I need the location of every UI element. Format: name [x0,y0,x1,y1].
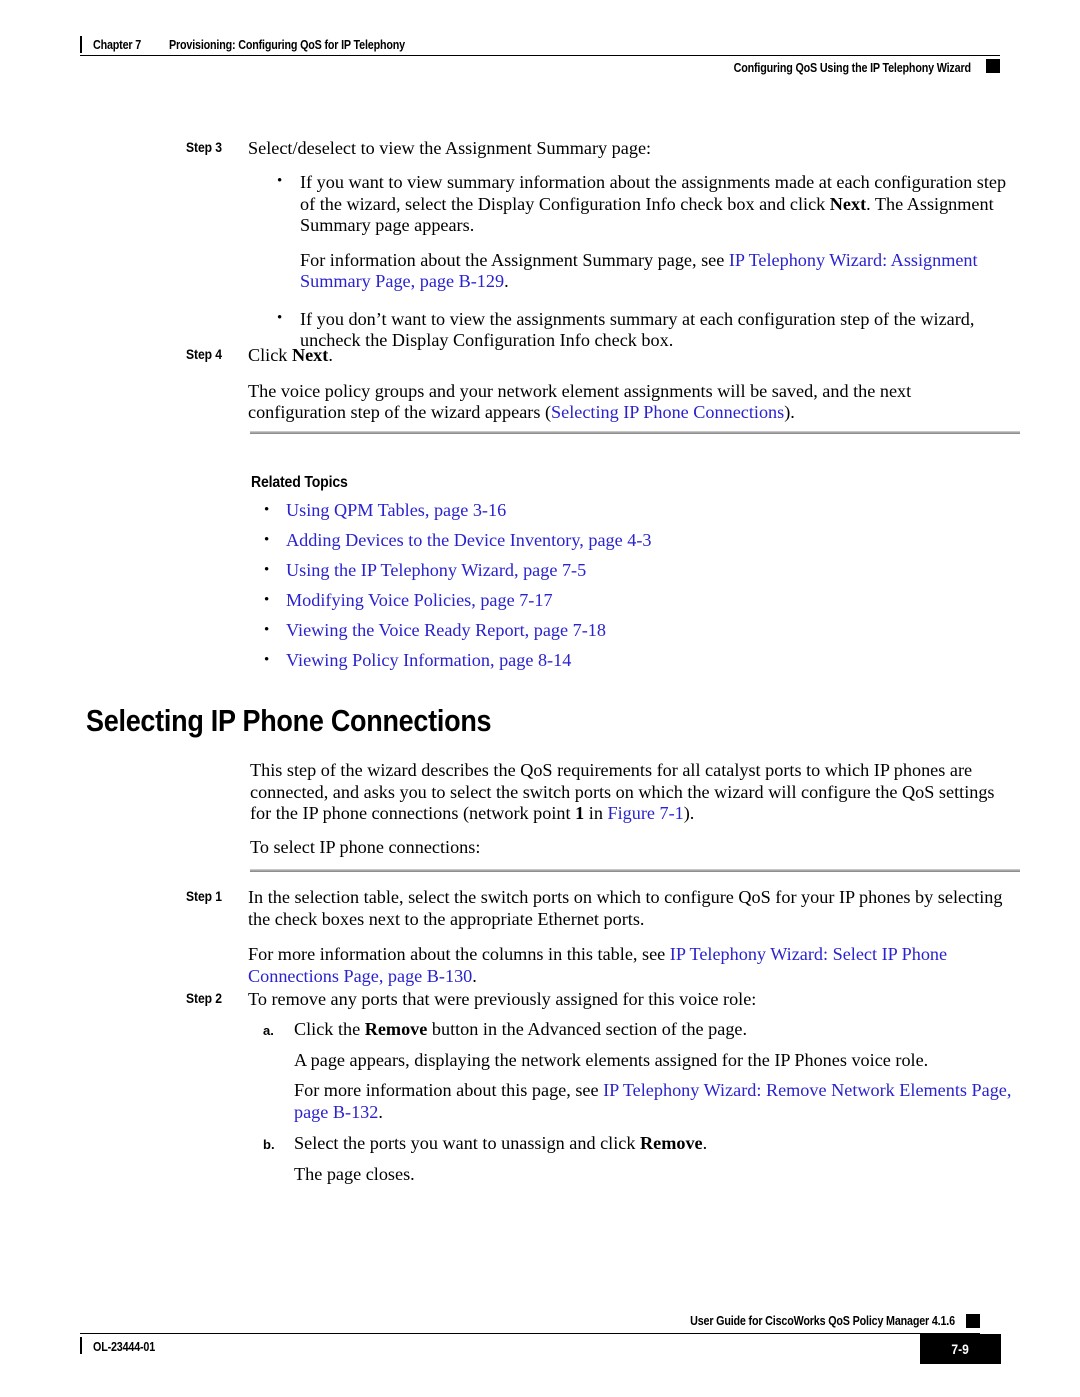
step-1-label: Step 1 [186,889,222,904]
related-link-3[interactable]: Modifying Voice Policies, page 7-17 [286,590,553,610]
list-item: Using the IP Telephony Wizard, page 7-5 [250,555,1020,585]
page-number-box: 7-9 [920,1334,1001,1364]
step-1-p2-text-b: . [472,965,477,986]
step-2-body: To remove any ports that were previously… [248,989,1010,1011]
footer-rule [80,1333,980,1334]
section-divider-rule-top [250,431,1020,434]
footer-square-marker [966,1314,980,1328]
related-link-1[interactable]: Adding Devices to the Device Inventory, … [286,530,651,550]
step-4-click-text-b: . [328,345,333,365]
related-link-2[interactable]: Using the IP Telephony Wizard, page 7-5 [286,560,586,580]
substep-a-p3-text-b: . [378,1101,383,1122]
list-item: Modifying Voice Policies, page 7-17 [250,585,1020,615]
step-4-click-line: Click Next. [248,345,1010,367]
step-1-paragraph-1: In the selection table, select the switc… [248,887,1003,929]
step-3-intro: Select/deselect to view the Assignment S… [248,138,652,158]
substep-a-paragraph-2: A page appears, displaying the network e… [294,1049,929,1070]
step-4-label: Step 4 [186,347,222,362]
page-header: Chapter 7 Provisioning: Configuring QoS f… [80,33,1000,79]
footer-doc-id: OL-23444-01 [93,1338,165,1356]
bullet-1-sub-text-b: . [504,271,509,291]
section-intro-block: This step of the wizard describes the Qo… [250,760,1020,858]
substep-b-text-2: . [702,1133,708,1153]
step-3-body: Select/deselect to view the Assignment S… [248,138,1010,160]
step-3-bullet-1: If you want to view summary information … [300,172,1020,237]
substep-a-p3-text-a: For more information about this page, se… [294,1080,604,1100]
related-link-4[interactable]: Viewing the Voice Ready Report, page 7-1… [286,620,606,640]
step-2-label: Step 2 [186,991,222,1006]
substep-b-paragraph-2: The page closes. [294,1163,415,1184]
step-1-p2-text-a: For more information about the columns i… [248,944,670,964]
substep-a-paragraph-3: For more information about this page, se… [294,1080,1020,1123]
substep-b-marker: b. [263,1137,275,1152]
link-figure-7-1[interactable]: Figure 7-1 [607,803,683,823]
step-4-result-text-b: ). [784,402,795,422]
section-intro-text-c: ). [683,803,695,823]
step-3-bullets: If you want to view summary information … [264,171,1020,352]
header-section-line: Configuring QoS Using the IP Telephony W… [695,59,971,77]
substep-a-line-1: Click the Remove button in the Advanced … [294,1019,1020,1041]
list-item: If you want to view summary information … [264,171,1020,293]
footer-guide-line: User Guide for CiscoWorks QoS Policy Man… [647,1312,955,1330]
section-intro-paragraph: This step of the wizard describes the Qo… [250,760,1020,825]
step-4-body: Click Next. The voice policy groups and … [248,345,1010,424]
header-chapter-title: Provisioning: Configuring QoS for IP Tel… [168,38,405,52]
step-4-block: Step 4 Click Next. The voice policy grou… [186,345,1024,424]
bullet-1-bold-next: Next [829,193,867,214]
list-item: Using QPM Tables, page 3-16 [250,495,1020,525]
footer-doc-id-text: OL-23444-01 [93,1340,156,1354]
step-4-result: The voice policy groups and your network… [248,381,1010,424]
header-rule [80,55,1000,56]
section-intro-text-b: in [584,803,608,823]
header-section-title: Configuring QoS Using the IP Telephony W… [733,61,971,75]
step-2-intro: To remove any ports that were previously… [248,989,757,1009]
substep-a-text-1: Click the [294,1019,365,1039]
section-intro-bold-number: 1 [575,803,585,823]
list-item: Adding Devices to the Device Inventory, … [250,525,1020,555]
footer-guide-title: User Guide for CiscoWorks QoS Policy Man… [690,1314,955,1328]
step-4-click-text-a: Click [248,345,292,365]
section-divider-rule-bottom [250,869,1020,872]
list-item: a. Click the Remove button in the Advanc… [250,1019,1020,1123]
page-footer: User Guide for CiscoWorks QoS Policy Man… [80,1312,1001,1372]
step-3-block: Step 3 Select/deselect to view the Assig… [186,138,1024,160]
list-item: Viewing the Voice Ready Report, page 7-1… [250,615,1020,645]
header-chapter-line: Chapter 7 Provisioning: Configuring QoS f… [93,36,443,54]
header-square-marker [986,59,1000,73]
page-number: 7-9 [951,1341,970,1357]
list-item: Viewing Policy Information, page 8-14 [250,645,1020,675]
related-link-0[interactable]: Using QPM Tables, page 3-16 [286,500,506,520]
step-3-label: Step 3 [186,140,222,155]
list-item: b. Select the ports you want to unassign… [250,1133,1020,1185]
page-title: Selecting IP Phone Connections [86,703,492,738]
step-1-block: Step 1 In the selection table, select th… [186,887,1024,987]
substep-a-text-2: button in the Advanced section of the pa… [427,1019,748,1039]
step-1-paragraph-2: For more information about the columns i… [248,944,1010,987]
step-4-bold-next: Next [291,345,329,365]
substep-a-bold-remove: Remove [364,1019,428,1039]
substep-b-bold-remove: Remove [640,1133,703,1153]
header-left-tick [80,36,82,53]
document-page: Chapter 7 Provisioning: Configuring QoS f… [0,0,1080,1397]
related-topics-heading: Related Topics [251,474,348,491]
section-intro-lead-in: To select IP phone connections: [250,836,481,857]
step-2-sublist: a. Click the Remove button in the Advanc… [250,1019,1020,1185]
substep-b-line-1: Select the ports you want to unassign an… [294,1133,1020,1155]
bullet-1-sub-text-a: For information about the Assignment Sum… [300,249,729,270]
step-2-block: Step 2 To remove any ports that were pre… [186,989,1024,1011]
header-chapter-number: Chapter 7 [93,38,142,52]
substep-a-marker: a. [263,1023,274,1038]
link-selecting-ip-phone-connections[interactable]: Selecting IP Phone Connections [551,402,784,422]
substep-b-text-1: Select the ports you want to unassign an… [294,1133,640,1153]
related-topics-list: Using QPM Tables, page 3-16 Adding Devic… [250,495,1020,675]
related-link-5[interactable]: Viewing Policy Information, page 8-14 [286,650,571,670]
step-1-body: In the selection table, select the switc… [248,887,1010,987]
step-3-bullet-1-sub: For information about the Assignment Sum… [300,250,1020,293]
footer-left-tick [80,1337,82,1354]
